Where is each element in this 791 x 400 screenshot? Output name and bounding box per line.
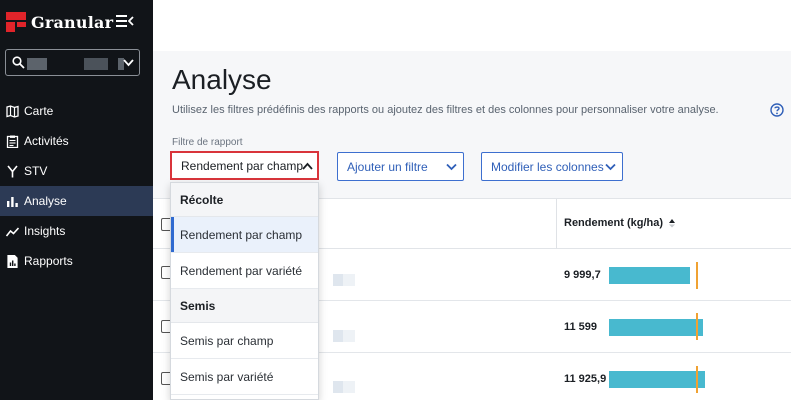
yield-column-label: Rendement (kg/ha) bbox=[564, 217, 664, 229]
map-icon bbox=[6, 104, 19, 118]
redacted-text bbox=[333, 273, 365, 286]
dropdown-item-semis-par-variete[interactable]: Semis par variété bbox=[171, 359, 318, 395]
page-subtitle: Utilisez les filtres prédéfinis des rapp… bbox=[172, 104, 719, 116]
chevron-down-icon bbox=[123, 59, 134, 67]
report-icon bbox=[7, 254, 18, 268]
logo[interactable]: Granular bbox=[6, 12, 113, 32]
bar-chart-icon bbox=[7, 196, 18, 207]
sidebar-item-label: Analyse bbox=[24, 194, 67, 208]
report-filter-select[interactable]: Rendement par champ bbox=[170, 151, 319, 180]
top-bar bbox=[153, 0, 791, 51]
sidebar-item-label: Activités bbox=[24, 134, 69, 148]
sidebar-item-activites[interactable]: Activités bbox=[0, 126, 153, 156]
sidebar-item-rapports[interactable]: Rapports bbox=[0, 246, 153, 276]
sidebar-item-carte[interactable]: Carte bbox=[0, 96, 153, 126]
sidebar: Granular Carte Activités STV Analyse Ins… bbox=[0, 0, 153, 400]
modify-columns-button[interactable]: Modifier les colonnes bbox=[481, 152, 623, 181]
chevron-down-icon bbox=[605, 163, 616, 171]
add-filter-button[interactable]: Ajouter un filtre bbox=[337, 152, 464, 181]
chevron-down-icon bbox=[446, 163, 457, 171]
chevron-up-icon bbox=[302, 162, 313, 170]
redacted-text bbox=[27, 58, 47, 70]
sidebar-item-insights[interactable]: Insights bbox=[0, 216, 153, 246]
granular-logo-icon bbox=[6, 12, 26, 32]
report-filter-label: Filtre de rapport bbox=[172, 137, 243, 148]
yield-bar bbox=[609, 267, 690, 284]
sidebar-item-label: STV bbox=[24, 164, 48, 178]
dropdown-item-semis-par-champ[interactable]: Semis par champ bbox=[171, 323, 318, 359]
fork-icon bbox=[7, 164, 18, 177]
report-filter-dropdown: Récolte Rendement par champ Rendement pa… bbox=[170, 182, 319, 400]
search-icon bbox=[12, 56, 25, 69]
sidebar-item-label: Carte bbox=[24, 104, 54, 118]
yield-bar bbox=[609, 371, 705, 388]
report-filter-value: Rendement par champ bbox=[181, 158, 304, 173]
sidebar-item-label: Rapports bbox=[24, 254, 73, 268]
dropdown-item-rendement-par-variete[interactable]: Rendement par variété bbox=[171, 253, 318, 289]
farm-selector[interactable] bbox=[5, 49, 140, 76]
dropdown-item-rendement-par-champ[interactable]: Rendement par champ bbox=[171, 217, 318, 253]
add-filter-label: Ajouter un filtre bbox=[347, 159, 428, 174]
page-title: Analyse bbox=[172, 64, 272, 95]
redacted-text bbox=[84, 58, 108, 70]
sidebar-item-analyse[interactable]: Analyse bbox=[0, 186, 153, 216]
app-name: Granular bbox=[31, 12, 114, 32]
average-marker bbox=[696, 366, 698, 393]
modify-columns-label: Modifier les colonnes bbox=[491, 159, 604, 174]
redacted-text bbox=[333, 329, 365, 342]
average-marker bbox=[696, 313, 698, 340]
sort-ascending-icon bbox=[669, 219, 676, 228]
trend-line-icon bbox=[6, 226, 19, 236]
dropdown-group-recolte: Récolte bbox=[171, 183, 318, 217]
column-divider[interactable] bbox=[556, 199, 557, 249]
average-marker bbox=[696, 262, 698, 289]
main-content: Analyse Utilisez les filtres prédéfinis … bbox=[153, 0, 791, 400]
yield-bar bbox=[609, 319, 703, 336]
yield-value: 9 999,7 bbox=[564, 269, 601, 281]
yield-value: 11 925,9 bbox=[564, 373, 607, 385]
redacted-text bbox=[333, 380, 365, 393]
help-icon[interactable] bbox=[770, 103, 784, 117]
sidebar-item-label: Insights bbox=[24, 224, 66, 238]
dropdown-group-semis: Semis bbox=[171, 289, 318, 323]
clipboard-icon bbox=[6, 135, 19, 148]
yield-column-header[interactable]: Rendement (kg/ha) bbox=[564, 217, 676, 229]
yield-value: 11 599 bbox=[564, 321, 598, 333]
collapse-sidebar-icon[interactable] bbox=[116, 14, 134, 28]
sidebar-item-stv[interactable]: STV bbox=[0, 156, 153, 186]
sidebar-nav: Carte Activités STV Analyse Insights Rap… bbox=[0, 96, 153, 276]
